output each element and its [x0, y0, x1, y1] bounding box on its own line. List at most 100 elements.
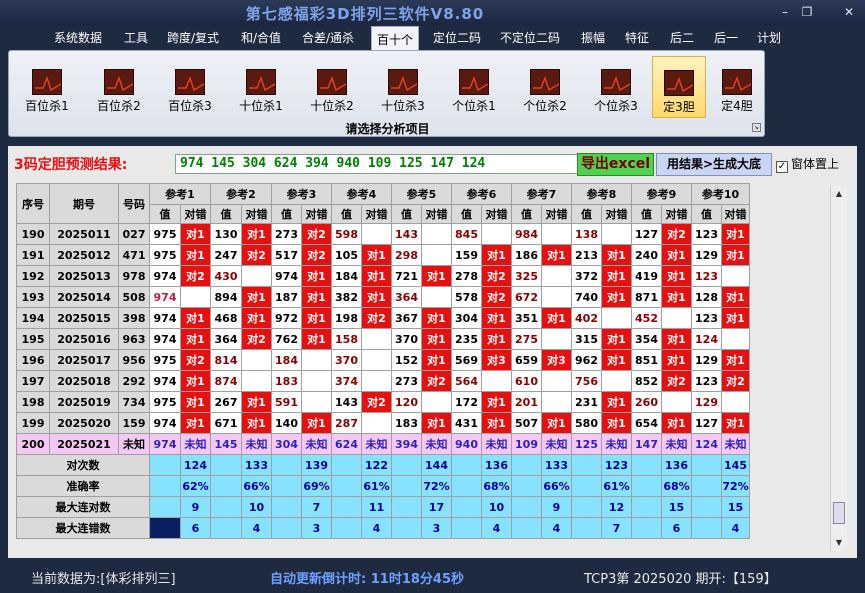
check-cell: 对2 — [361, 307, 392, 329]
generate-base-button[interactable]: 用结果>生成大底 — [656, 153, 772, 176]
value-cell: 762 — [271, 328, 302, 350]
predicted-value-cell: 624 — [331, 433, 362, 455]
stat-row: 最大连对数 9 10 7 11 17 10 9 12 15 15 — [16, 496, 750, 518]
menu-item[interactable]: 跨度/复式 — [167, 29, 219, 46]
value-cell: 975 — [149, 244, 181, 266]
value-cell: 278 — [451, 265, 482, 287]
check-cell: 对1 — [481, 391, 512, 413]
check-cell: 对1 — [541, 244, 572, 266]
unknown-cell: 未知 — [721, 433, 750, 455]
ribbon-button-bai-kill-2[interactable]: 百位杀2 — [87, 56, 151, 118]
close-icon[interactable]: ✕ — [838, 4, 860, 20]
value-cell: 129 — [691, 349, 722, 371]
minimize-icon[interactable]: – — [774, 4, 796, 20]
ribbon-button-ding-3-dan[interactable]: 定3胆 — [652, 56, 706, 118]
menu-item[interactable]: 合差/通杀 — [302, 29, 354, 46]
menu-item[interactable]: 后二 — [670, 29, 694, 46]
value-cell: 184 — [331, 265, 362, 287]
value-cell: 419 — [631, 265, 662, 287]
ribbon-button-shi-kill-2[interactable]: 十位杀2 — [300, 56, 364, 118]
number-cell: 292 — [118, 370, 150, 392]
menu-item[interactable]: 定位二码 — [433, 29, 481, 46]
check-cell: 对3 — [481, 349, 512, 371]
check-cell — [541, 286, 572, 308]
value-cell: 304 — [451, 307, 482, 329]
menu-item[interactable]: 后一 — [714, 29, 738, 46]
value-cell: 851 — [631, 349, 662, 371]
value-cell: 325 — [511, 265, 542, 287]
value-cell: 654 — [631, 412, 662, 434]
value-subheader: 值 — [571, 204, 602, 224]
table-row[interactable]: 191 2025012 471 975 对1 247 对2 517 对2 105 对1 298 159 对… — [16, 244, 750, 266]
table-row[interactable]: 199 2025020 159 974 对1 671 对1 140 对1 287 183 对1 431 对… — [16, 412, 750, 434]
table-row[interactable]: 194 2025015 398 974 对1 468 对1 972 对1 198 对2 367 对1 30… — [16, 307, 750, 329]
stat-value-cell: 136 — [661, 454, 692, 476]
ribbon-button-shi-kill-3[interactable]: 十位杀3 — [371, 56, 435, 118]
check-cell: 对2 — [481, 265, 512, 287]
ribbon-button-ge-kill-3[interactable]: 个位杀3 — [584, 56, 648, 118]
ribbon-button-ge-kill-1[interactable]: 个位杀1 — [442, 56, 506, 118]
table-row[interactable]: 192 2025013 978 974 对2 430 974 对1 184 对1 721 对1 278 对… — [16, 265, 750, 287]
menu-item[interactable]: 和/合值 — [241, 29, 281, 46]
stat-spacer-cell — [391, 496, 422, 518]
topmost-checkbox[interactable]: ✓ 窗体置上 — [776, 155, 839, 173]
check-cell — [721, 391, 750, 413]
menu-item-active[interactable]: 百十个 — [371, 26, 420, 50]
value-subheader: 值 — [271, 204, 302, 224]
ribbon-button-shi-kill-1[interactable]: 十位杀1 — [229, 56, 293, 118]
menu-item[interactable]: 不定位二码 — [500, 29, 560, 46]
check-cell: 对1 — [601, 328, 632, 350]
ribbon-button-bai-kill-3[interactable]: 百位杀3 — [158, 56, 222, 118]
stat-label: 准确率 — [16, 475, 150, 497]
ribbon-button-ding-4-dan[interactable]: 定4胆 — [710, 56, 764, 118]
menu-item[interactable]: 振幅 — [581, 29, 605, 46]
seq-cell: 192 — [16, 265, 50, 287]
stat-value-cell: 9 — [180, 496, 211, 518]
value-cell: 740 — [571, 286, 602, 308]
chart-icon — [317, 69, 347, 95]
table-row[interactable]: 193 2025014 508 974 894 对1 187 对1 382 对1 364 578 对2 6… — [16, 286, 750, 308]
stat-value-cell: 61% — [361, 475, 392, 497]
export-excel-button[interactable]: 导出excel — [577, 153, 654, 176]
check-cell: 对2 — [301, 244, 332, 266]
chart-icon — [104, 69, 134, 95]
checkbox-icon[interactable]: ✓ — [776, 161, 788, 173]
table-row[interactable]: 197 2025018 292 974 对1 874 183 374 273 对2 564 610 75… — [16, 370, 750, 392]
stat-spacer-cell — [271, 496, 302, 518]
period-cell: 2025014 — [49, 286, 119, 308]
value-cell: 580 — [571, 412, 602, 434]
menu-item[interactable]: 特征 — [625, 29, 649, 46]
unknown-cell: 未知 — [241, 433, 272, 455]
value-cell: 468 — [210, 307, 242, 329]
number-cell: 734 — [118, 391, 150, 413]
prediction-row[interactable]: 200 2025021 未知 974 未知 145 未知 304 未知 624 未知 394 未知 940… — [16, 433, 750, 455]
check-cell: 对1 — [361, 265, 392, 287]
maximize-icon[interactable]: ❐ — [796, 4, 818, 20]
scroll-up-icon[interactable]: ▲ — [831, 186, 847, 202]
ribbon-button-bai-kill-1[interactable]: 百位杀1 — [15, 56, 79, 118]
value-cell: 610 — [511, 370, 542, 392]
period-cell: 2025018 — [49, 370, 119, 392]
check-cell — [661, 391, 692, 413]
ribbon-button-ge-kill-2[interactable]: 个位杀2 — [513, 56, 577, 118]
stat-spacer-cell — [210, 496, 242, 518]
expand-icon[interactable]: ↘ — [752, 123, 761, 132]
menu-item[interactable]: 工具 — [124, 29, 148, 46]
vertical-scrollbar[interactable]: ▲ ▼ — [830, 186, 847, 551]
table-row[interactable]: 196 2025017 956 975 对2 814 184 370 152 对1 569 对3 659… — [16, 349, 750, 371]
prediction-result-field[interactable]: 974 145 304 624 394 940 109 125 147 124 — [175, 154, 580, 174]
check-cell: 对1 — [541, 412, 572, 434]
check-cell: 对1 — [180, 391, 211, 413]
table-row[interactable]: 198 2025019 734 975 对1 267 对1 591 143 对2 120 172 对1 2… — [16, 391, 750, 413]
scroll-down-icon[interactable]: ▼ — [831, 535, 847, 551]
menu-item[interactable]: 计划 — [757, 29, 781, 46]
table-row[interactable]: 195 2025016 963 974 对1 364 对2 762 对1 158 370 对1 235 对… — [16, 328, 750, 350]
stat-spacer-cell — [331, 454, 362, 476]
menu-item[interactable]: 系统数据 — [54, 29, 102, 46]
period-cell: 2025015 — [49, 307, 119, 329]
stat-spacer-cell — [511, 517, 542, 539]
value-cell: 213 — [571, 244, 602, 266]
value-cell: 874 — [210, 370, 242, 392]
table-row[interactable]: 190 2025011 027 975 对1 130 对1 273 对2 598 143 845 984… — [16, 223, 750, 245]
scroll-thumb[interactable] — [833, 502, 845, 524]
